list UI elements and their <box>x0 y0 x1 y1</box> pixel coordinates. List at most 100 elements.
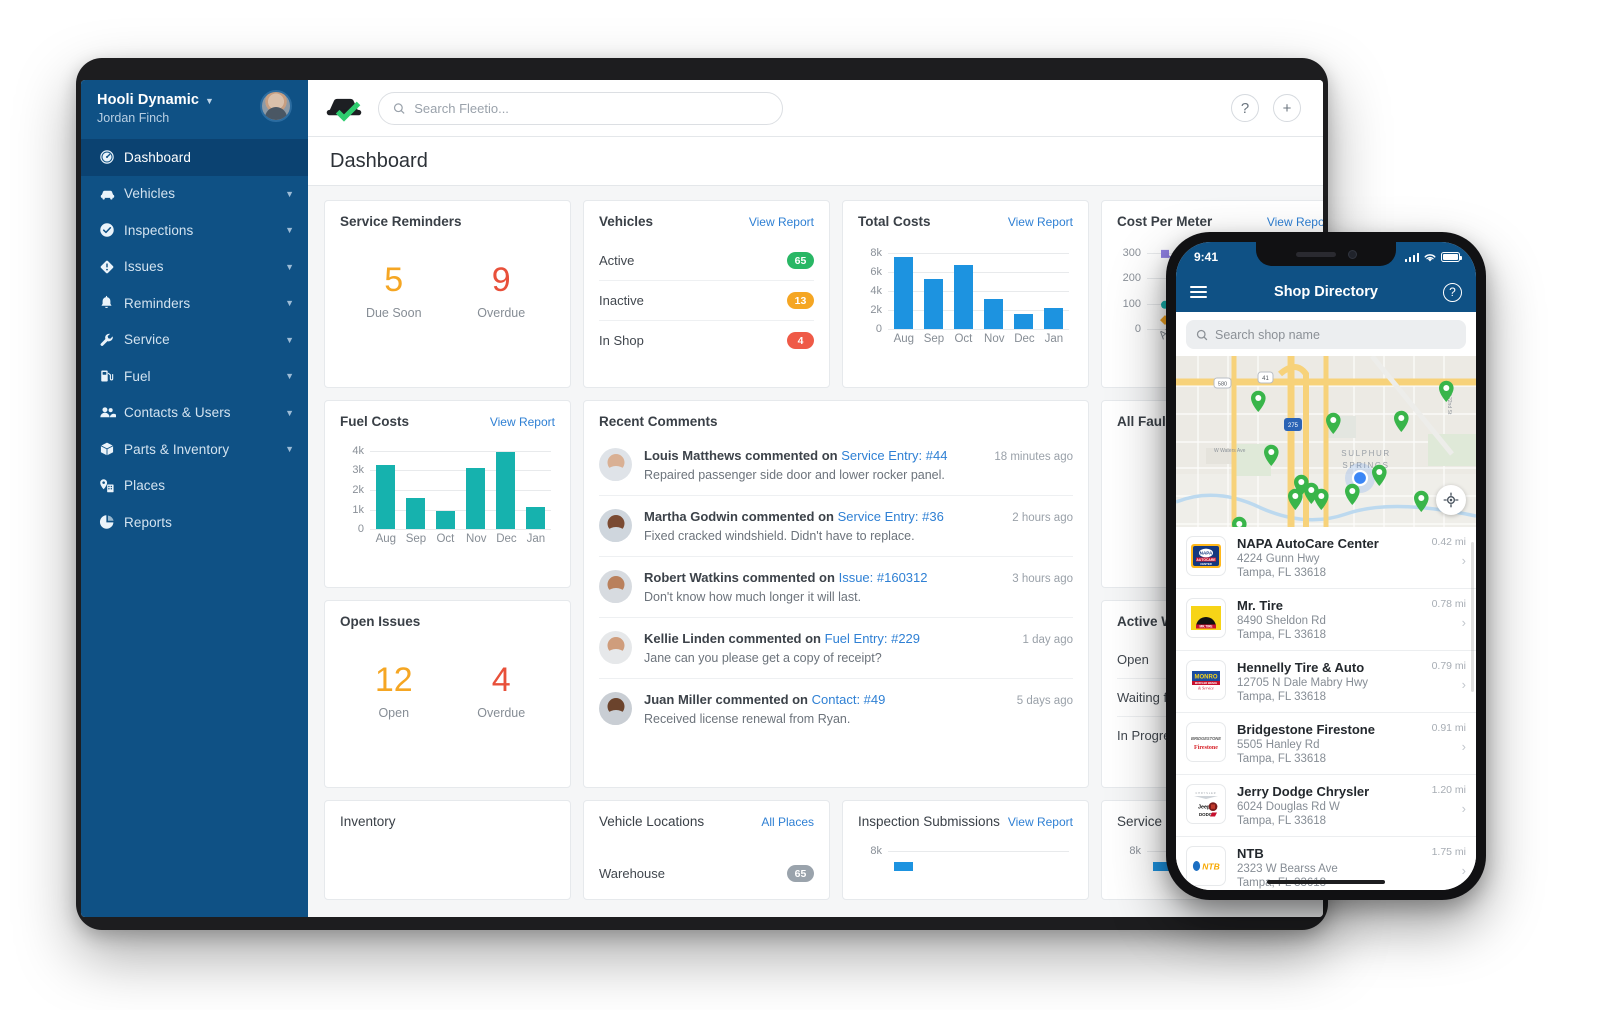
alert-diamond-icon <box>99 259 124 275</box>
chevron-right-icon: › <box>1461 863 1466 878</box>
shop-list-item[interactable]: BRIDGESTONE Firestone Bridgestone Fireston… <box>1176 713 1476 775</box>
shop-list[interactable]: NAPA AUTOCARE CENTER NAPA AutoCare Center 42… <box>1176 527 1476 890</box>
y-tick-label: 8k <box>870 246 882 259</box>
sidebar-item-fuel[interactable]: Fuel ▼ <box>81 358 308 395</box>
crosshair-icon <box>1443 492 1459 508</box>
sidebar-item-reminders[interactable]: Reminders ▼ <box>81 285 308 322</box>
shop-distance: 1.20 mi <box>1431 784 1466 796</box>
sidebar-item-vehicles[interactable]: Vehicles ▼ <box>81 176 308 213</box>
sidebar-item-label: Contacts & Users <box>124 405 231 421</box>
row-count-badge: 4 <box>787 332 814 349</box>
scrollbar[interactable] <box>1471 542 1474 692</box>
sidebar-item-label: Parts & Inventory <box>124 441 230 457</box>
kpi-value: 5 <box>384 261 404 299</box>
sidebar-item-parts-inventory[interactable]: Parts & Inventory ▼ <box>81 431 308 468</box>
comment-text: Repaired passenger side door and lower r… <box>644 468 945 482</box>
shop-address-line2: Tampa, FL 33618 <box>1237 691 1327 703</box>
view-report-link[interactable]: View Report <box>1008 215 1073 229</box>
comment-target-link[interactable]: Issue: #160312 <box>839 570 928 585</box>
shop-name: Mr. Tire <box>1237 598 1284 613</box>
vehicle-status-row[interactable]: Active 65 <box>599 241 814 281</box>
comment-header: Juan Miller commented on Contact: #49 5 d… <box>644 692 1073 707</box>
bar <box>953 265 973 329</box>
avatar[interactable] <box>260 90 292 122</box>
search-input[interactable] <box>414 100 768 116</box>
comment-action: commented on <box>742 570 835 585</box>
kpi-row: 12 Open 4 Overdue <box>340 663 555 720</box>
shop-list-item[interactable]: MONRO MUFFLER BRAKE & Service Hennelly Tire… <box>1176 651 1476 713</box>
card-total-costs: Total Costs View Report 8k 6k 4k 2k 0 Aug Sep O… <box>842 200 1089 388</box>
kpi-value: 9 <box>491 261 511 299</box>
comment-item[interactable]: Louis Matthews commented on Service Entr… <box>599 435 1073 496</box>
sidebar-item-issues[interactable]: Issues ▼ <box>81 249 308 286</box>
comment-target-link[interactable]: Service Entry: #36 <box>838 509 944 524</box>
sidebar-item-places[interactable]: Places <box>81 468 308 505</box>
phone-mockup: 9:41 Shop Directory ? Search shop name W… <box>1166 232 1486 900</box>
sidebar-item-service[interactable]: Service ▼ <box>81 322 308 359</box>
comment-item[interactable]: Kellie Linden commented on Fuel Entry: #… <box>599 618 1073 679</box>
vehicle-status-row[interactable]: In Shop 4 <box>599 321 814 360</box>
comment-title: Juan Miller commented on Contact: #49 <box>644 692 885 707</box>
sidebar-item-inspections[interactable]: Inspections ▼ <box>81 212 308 249</box>
sidebar-item-dashboard[interactable]: Dashboard <box>81 139 308 176</box>
bars <box>370 445 551 529</box>
bar <box>893 256 913 329</box>
comment-target-link[interactable]: Fuel Entry: #229 <box>825 631 920 646</box>
sidebar-item-reports[interactable]: Reports <box>81 504 308 541</box>
chart-plot: 4k 3k 2k 1k 0 <box>352 445 551 535</box>
card-header: Inventory <box>340 814 555 829</box>
comment-target-link[interactable]: Service Entry: #44 <box>841 448 947 463</box>
row-label: In Shop <box>599 333 644 348</box>
comment-item[interactable]: Robert Watkins commented on Issue: #1603… <box>599 557 1073 618</box>
card-title: Inventory <box>340 814 396 829</box>
view-report-link[interactable]: View Report <box>1008 815 1073 829</box>
status-indicators <box>1404 252 1462 263</box>
shop-info: Bridgestone Firestone 5505 Hanley Rd Tampa… <box>1237 722 1421 765</box>
chart-plot: 8k 6k 4k 2k 0 <box>870 245 1069 335</box>
y-tick-label: 6k <box>870 265 882 278</box>
chevron-right-icon: › <box>1461 553 1466 568</box>
shop-list-item[interactable]: CHRYSLER Jeep DODGE Jerry Dodge Chrysler 602… <box>1176 775 1476 837</box>
locate-me-button[interactable] <box>1436 485 1466 515</box>
all-places-link[interactable]: All Places <box>761 815 814 829</box>
hamburger-menu-icon[interactable] <box>1190 282 1207 302</box>
help-icon[interactable]: ? <box>1443 282 1462 302</box>
card-header: Service Reminders <box>340 214 555 229</box>
page-title: Dashboard <box>330 149 428 172</box>
comment-author: Juan Miller <box>644 692 712 707</box>
add-button[interactable]: + <box>1273 94 1301 122</box>
shop-address-line1: 12705 N Dale Mabry Hwy <box>1237 677 1369 689</box>
phone-notch <box>1256 242 1396 266</box>
card-vehicle-locations: Vehicle Locations All Places Warehouse 6… <box>583 800 830 900</box>
kpi-label: Due Soon <box>365 306 422 320</box>
bars <box>888 851 1069 871</box>
account-switcher[interactable]: Hooli Dynamic ▼ Jordan Finch <box>81 80 308 137</box>
shop-list-item[interactable]: NAPA AUTOCARE CENTER NAPA AutoCare Center 42… <box>1176 527 1476 589</box>
shop-search-input[interactable]: Search shop name <box>1186 320 1466 349</box>
cellular-signal-icon <box>1404 252 1419 262</box>
comments-list: Louis Matthews commented on Service Entr… <box>599 435 1073 739</box>
sidebar-item-contacts-users[interactable]: Contacts & Users ▼ <box>81 395 308 432</box>
x-tick-label: Nov <box>984 333 1005 345</box>
row-count-badge: 65 <box>787 865 814 882</box>
shop-meta: 0.91 mi › <box>1432 722 1466 754</box>
comment-target-link[interactable]: Contact: #49 <box>812 692 886 707</box>
comment-item[interactable]: Martha Godwin commented on Service Entry… <box>599 496 1073 557</box>
search-box[interactable] <box>378 91 783 125</box>
card-fuel-costs: Fuel Costs View Report 4k 3k 2k 1k 0 Aug Sep Oc… <box>324 400 571 588</box>
shop-distance: 1.75 mi <box>1431 846 1466 858</box>
view-report-link[interactable]: View Report <box>1267 215 1323 229</box>
svg-text:41: 41 <box>1262 376 1269 382</box>
phone-search-wrap: Search shop name <box>1176 312 1476 356</box>
card-title: Total Costs <box>858 214 931 229</box>
comment-item[interactable]: Juan Miller commented on Contact: #49 5 d… <box>599 679 1073 739</box>
vehicle-status-row[interactable]: Inactive 13 <box>599 281 814 321</box>
y-tick-label: 0 <box>1134 323 1141 335</box>
fuel-pump-icon <box>99 368 124 384</box>
view-report-link[interactable]: View Report <box>749 215 814 229</box>
view-report-link[interactable]: View Report <box>490 415 555 429</box>
help-button[interactable]: ? <box>1231 94 1259 122</box>
comment-text: Received license renewal from Ryan. <box>644 712 851 726</box>
fleetio-logo-icon[interactable] <box>324 93 364 123</box>
shop-list-item[interactable]: MR.TIRE Mr. Tire 8490 Sheldon Rd Tampa, FL … <box>1176 589 1476 651</box>
